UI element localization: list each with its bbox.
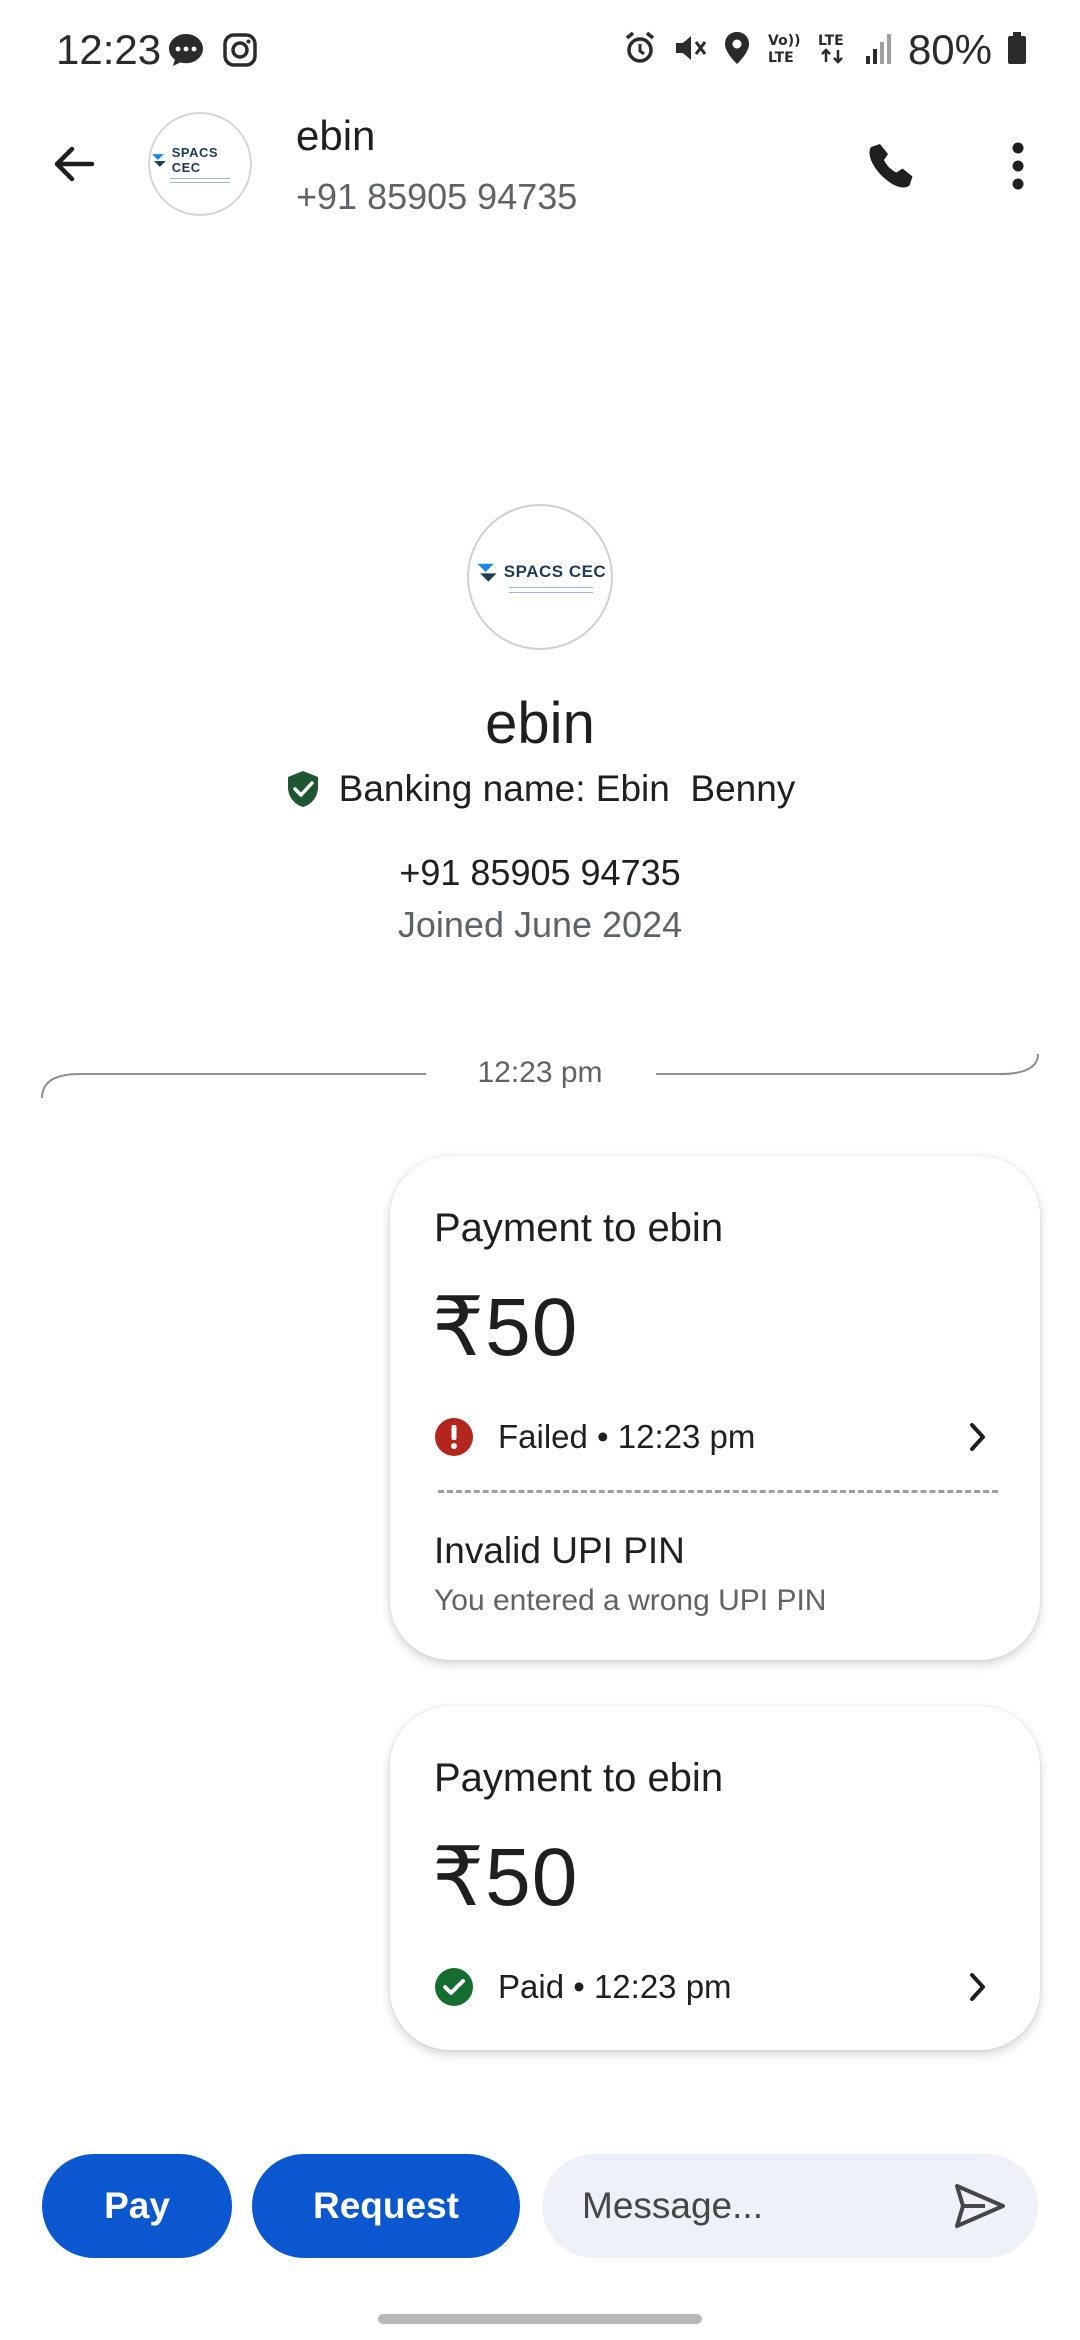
spacs-logo-mark-icon	[151, 154, 166, 167]
chevron-right-icon	[970, 1423, 985, 1451]
pay-button[interactable]: Pay	[42, 2154, 232, 2258]
divider-time: 12:23 pm	[477, 1056, 603, 1089]
instagram-icon	[220, 30, 260, 75]
arrow-left-icon	[54, 146, 95, 182]
payment-card-failed[interactable]: Payment to ebin ₹50 Failed • 12:23 pm In…	[390, 1156, 1040, 1660]
payment-status: Failed • 12:23 pm	[498, 1418, 756, 1455]
payment-amount: ₹50	[432, 1282, 579, 1373]
profile-name: ebin	[485, 691, 595, 756]
payment-title: Payment to ebin	[434, 1756, 724, 1800]
status-left-icons	[166, 30, 260, 75]
payment-status-row[interactable]: Paid • 12:23 pm	[434, 1962, 1000, 2012]
verified-shield-icon	[287, 771, 318, 807]
status-time: 12:23	[56, 26, 162, 73]
banking-name: Banking name: Ebin Benny	[338, 768, 796, 809]
logo-text: SPACS CEC	[171, 145, 219, 175]
call-button[interactable]	[860, 134, 924, 198]
svg-text:LTE: LTE	[768, 50, 794, 66]
more-options-button[interactable]	[990, 134, 1046, 198]
composer-bar: Pay Request	[0, 2150, 1080, 2260]
contact-avatar[interactable]: SPACS CEC	[148, 112, 252, 216]
lte-icon: LTE	[816, 30, 850, 71]
message-input[interactable]	[582, 2154, 942, 2258]
mute-icon	[672, 30, 708, 71]
status-bar: 12:23 Vo)) LTE LTE 80%	[0, 0, 1080, 100]
contact-name: ebin	[296, 112, 376, 159]
spacs-logo: SPACS CEC	[150, 145, 250, 183]
status-right-icons: Vo)) LTE LTE 80%	[622, 26, 1028, 74]
home-indicator[interactable]	[378, 2314, 702, 2324]
error-detail: You entered a wrong UPI PIN	[434, 1584, 827, 1617]
card-divider	[438, 1490, 998, 1493]
timeline-divider: 12:23 pm	[40, 1050, 1040, 1100]
profile-joined: Joined June 2024	[397, 904, 683, 945]
more-vert-icon	[1012, 142, 1024, 190]
chat-header: SPACS CEC ebin +91 85905 94735	[0, 100, 1080, 230]
battery-percent: 80%	[907, 26, 992, 73]
battery-icon	[1006, 30, 1028, 71]
chat-bubble-icon	[166, 30, 206, 75]
profile-phone: +91 85905 94735	[399, 852, 681, 893]
request-button[interactable]: Request	[252, 2154, 520, 2258]
send-icon	[955, 2184, 1005, 2228]
spacs-logo-large: SPACS CEC	[474, 561, 606, 593]
payment-amount: ₹50	[432, 1832, 579, 1923]
logo-text: SPACS CEC	[503, 562, 607, 581]
error-title: Invalid UPI PIN	[434, 1530, 685, 1571]
error-icon	[435, 1418, 473, 1456]
banking-name-row: Banking name: Ebin Benny	[0, 768, 1080, 810]
payment-status-row[interactable]: Failed • 12:23 pm	[434, 1412, 1000, 1462]
phone-icon	[869, 144, 913, 188]
back-button[interactable]	[40, 130, 108, 198]
alarm-icon	[622, 30, 658, 71]
location-icon	[722, 30, 752, 71]
profile-avatar[interactable]: SPACS CEC	[467, 504, 613, 650]
chevron-right-icon	[970, 1973, 985, 2001]
send-button[interactable]	[952, 2180, 1008, 2232]
check-circle-icon	[435, 1968, 473, 2006]
payment-title: Payment to ebin	[434, 1206, 724, 1250]
payment-card-paid[interactable]: Payment to ebin ₹50 Paid • 12:23 pm	[390, 1706, 1040, 2050]
svg-text:Vo)): Vo))	[768, 33, 800, 49]
volte-icon: Vo)) LTE	[766, 30, 802, 71]
payment-status: Paid • 12:23 pm	[498, 1968, 732, 2005]
svg-text:LTE: LTE	[818, 33, 844, 49]
contact-phone: +91 85905 94735	[296, 176, 578, 217]
signal-icon	[864, 30, 894, 71]
spacs-logo-mark-icon	[477, 563, 497, 582]
message-box[interactable]	[542, 2154, 1038, 2258]
